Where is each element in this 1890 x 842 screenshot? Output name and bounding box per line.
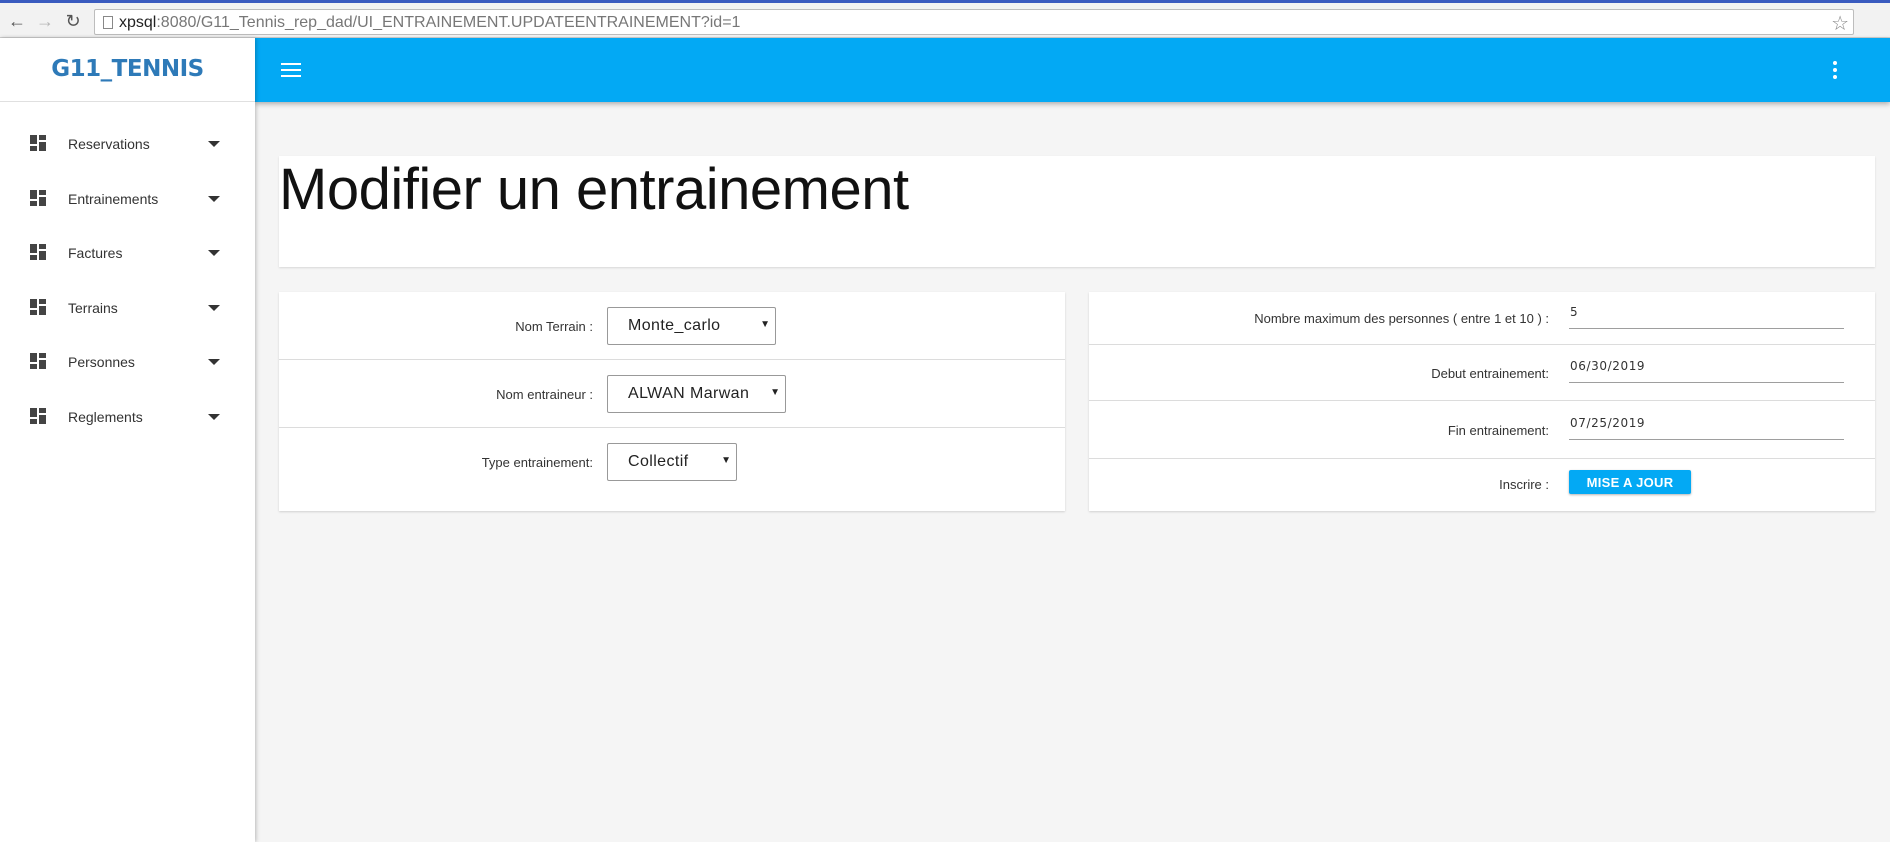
debut-date-input[interactable]: 06/30/2019	[1569, 359, 1844, 383]
dashboard-icon	[30, 298, 46, 315]
sidebar-item-label: Terrains	[68, 299, 118, 316]
sidebar-item-entrainements[interactable]: Entrainements	[0, 182, 255, 237]
type-select[interactable]: Collectif ▼	[607, 443, 737, 481]
caret-down-icon[interactable]	[208, 413, 220, 420]
dropdown-arrow-icon: ▼	[770, 387, 780, 398]
form-row-max: Nombre maximum des personnes ( entre 1 e…	[1089, 292, 1875, 345]
sidebar-item-label: Entrainements	[68, 190, 159, 207]
form-row-type: Type entrainement: Collectif ▼	[279, 428, 1065, 511]
page-title: Modifier un entrainement	[279, 157, 909, 222]
form-row-inscrire: Inscrire : MISE A JOUR	[1089, 459, 1875, 511]
caret-down-icon[interactable]	[208, 250, 220, 256]
entraineur-select[interactable]: ALWAN Marwan ▼	[607, 375, 786, 413]
dashboard-icon	[30, 135, 46, 151]
sidebar-item-label: Reglements	[68, 408, 143, 425]
terrain-label: Nom Terrain :	[515, 319, 593, 334]
form-card-right: Nombre maximum des personnes ( entre 1 e…	[1089, 292, 1875, 511]
sidebar-item-reservations[interactable]: Reservations	[0, 127, 255, 182]
back-arrow-icon[interactable]: ←	[6, 10, 28, 32]
sidebar-item-label: Factures	[68, 245, 123, 261]
form-row-fin: Fin entrainement: 07/25/2019	[1089, 401, 1875, 459]
fin-date-input[interactable]: 07/25/2019	[1569, 416, 1844, 440]
entraineur-select-value: ALWAN Marwan	[628, 385, 750, 402]
form-row-terrain: Nom Terrain : Monte_carlo ▼	[279, 292, 1065, 360]
type-select-value: Collectif	[628, 453, 689, 470]
fin-label: Fin entrainement:	[1447, 423, 1549, 438]
max-personnes-value: 5	[1570, 305, 1579, 319]
max-personnes-input[interactable]: 5	[1569, 305, 1844, 329]
sidebar-item-label: Personnes	[68, 354, 135, 370]
sidebar-item-factures[interactable]: Factures	[0, 236, 255, 291]
sidebar: G11_TENNIS Reservations Entrainements Fa…	[0, 38, 255, 842]
entraineur-label: Nom entraineur :	[496, 387, 593, 402]
forward-arrow-icon[interactable]: →	[34, 10, 56, 32]
dashboard-icon	[30, 407, 46, 424]
debut-label: Debut entrainement:	[1431, 366, 1549, 381]
url-text: xpsql:8080/G11_Tennis_rep_dad/UI_ENTRAIN…	[119, 14, 741, 31]
debut-date-value: 06/30/2019	[1570, 359, 1646, 373]
dashboard-icon	[30, 189, 46, 206]
dashboard-icon	[30, 244, 46, 260]
terrain-select-value: Monte_carlo	[628, 317, 721, 334]
terrain-select[interactable]: Monte_carlo ▼	[607, 307, 776, 345]
bookmark-star-icon[interactable]: ☆	[1831, 11, 1849, 36]
sidebar-menu: Reservations Entrainements Factures Terr…	[0, 102, 255, 454]
brand-text: G11_TENNIS	[51, 56, 204, 82]
sidebar-item-personnes[interactable]: Personnes	[0, 345, 255, 400]
brand-logo[interactable]: G11_TENNIS	[0, 38, 255, 102]
dashboard-icon	[30, 353, 46, 369]
hamburger-menu-icon[interactable]	[281, 63, 301, 77]
title-card: Modifier un entrainement	[279, 156, 1875, 267]
form-row-debut: Debut entrainement: 06/30/2019	[1089, 345, 1875, 401]
form-row-entraineur: Nom entraineur : ALWAN Marwan ▼	[279, 360, 1065, 428]
caret-down-icon[interactable]	[208, 359, 220, 365]
page-icon	[103, 16, 113, 29]
dropdown-arrow-icon: ▼	[760, 319, 770, 330]
caret-down-icon[interactable]	[208, 141, 220, 147]
caret-down-icon[interactable]	[208, 304, 220, 311]
caret-down-icon[interactable]	[208, 195, 220, 202]
more-options-icon[interactable]	[1832, 61, 1838, 79]
dropdown-arrow-icon: ▼	[721, 455, 731, 466]
fin-date-value: 07/25/2019	[1570, 416, 1646, 430]
form-card-left: Nom Terrain : Monte_carlo ▼ Nom entraine…	[279, 292, 1065, 511]
app-bar	[255, 38, 1890, 102]
type-label: Type entrainement:	[481, 455, 593, 470]
address-bar[interactable]: xpsql:8080/G11_Tennis_rep_dad/UI_ENTRAIN…	[94, 9, 1854, 35]
update-button[interactable]: MISE A JOUR	[1569, 470, 1691, 494]
max-label: Nombre maximum des personnes ( entre 1 e…	[1254, 311, 1549, 326]
inscrire-label: Inscrire :	[1499, 477, 1549, 492]
sidebar-item-label: Reservations	[68, 136, 150, 152]
sidebar-item-reglements[interactable]: Reglements	[0, 400, 255, 455]
browser-toolbar: ← → ↻ xpsql:8080/G11_Tennis_rep_dad/UI_E…	[0, 0, 1890, 38]
sidebar-item-terrains[interactable]: Terrains	[0, 291, 255, 346]
reload-icon[interactable]: ↻	[62, 10, 84, 32]
